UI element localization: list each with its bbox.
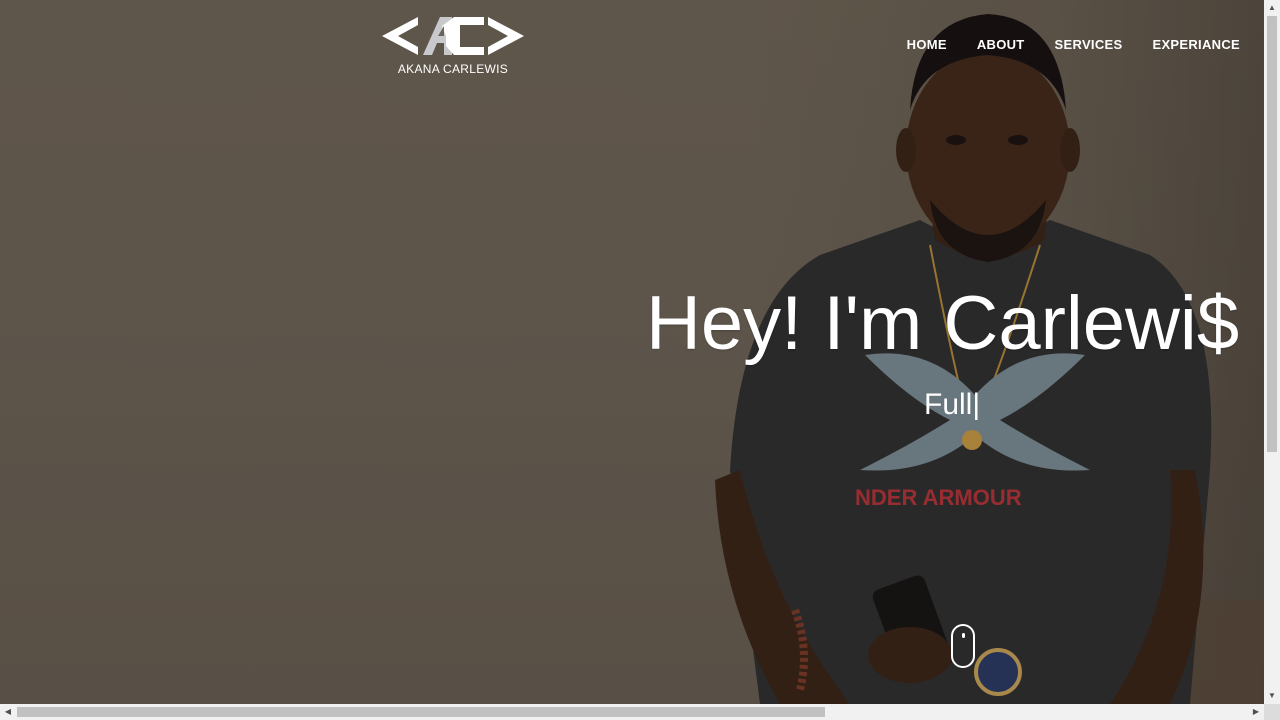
nav-home[interactable]: HOME	[907, 37, 947, 52]
scroll-right-arrow-icon[interactable]: ▶	[1248, 704, 1264, 720]
nav-about[interactable]: ABOUT	[977, 37, 1025, 52]
nav-experiance[interactable]: EXPERIANCE	[1152, 37, 1240, 52]
vertical-scroll-thumb[interactable]	[1267, 16, 1277, 452]
hero-headline: Hey! I'm Carlewi$	[646, 281, 1240, 366]
main-nav: HOME ABOUT SERVICES EXPERIANCE	[907, 37, 1240, 52]
nav-services[interactable]: SERVICES	[1055, 37, 1123, 52]
brand-name: AKANA CARLEWIS	[397, 62, 509, 76]
scroll-left-arrow-icon[interactable]: ◀	[0, 704, 16, 720]
scrollbar-corner	[1264, 704, 1280, 720]
ac-code-brackets-logo-icon	[382, 17, 524, 55]
scroll-down-mouse-icon[interactable]	[951, 624, 975, 668]
brand-logo[interactable]: AKANA CARLEWIS	[380, 14, 526, 78]
scroll-up-arrow-icon[interactable]: ▲	[1264, 0, 1280, 16]
typed-subtitle: Full|	[924, 388, 981, 421]
horizontal-scroll-thumb[interactable]	[17, 707, 825, 717]
hero-section: NDER ARMOUR AKANA CARLEWIS HOME ABOUT SE…	[0, 0, 1264, 704]
mouse-wheel	[962, 633, 965, 638]
vertical-scrollbar[interactable]: ▲ ▼	[1264, 0, 1280, 704]
scroll-down-arrow-icon[interactable]: ▼	[1264, 688, 1280, 704]
horizontal-scrollbar[interactable]: ◀ ▶	[0, 704, 1264, 720]
